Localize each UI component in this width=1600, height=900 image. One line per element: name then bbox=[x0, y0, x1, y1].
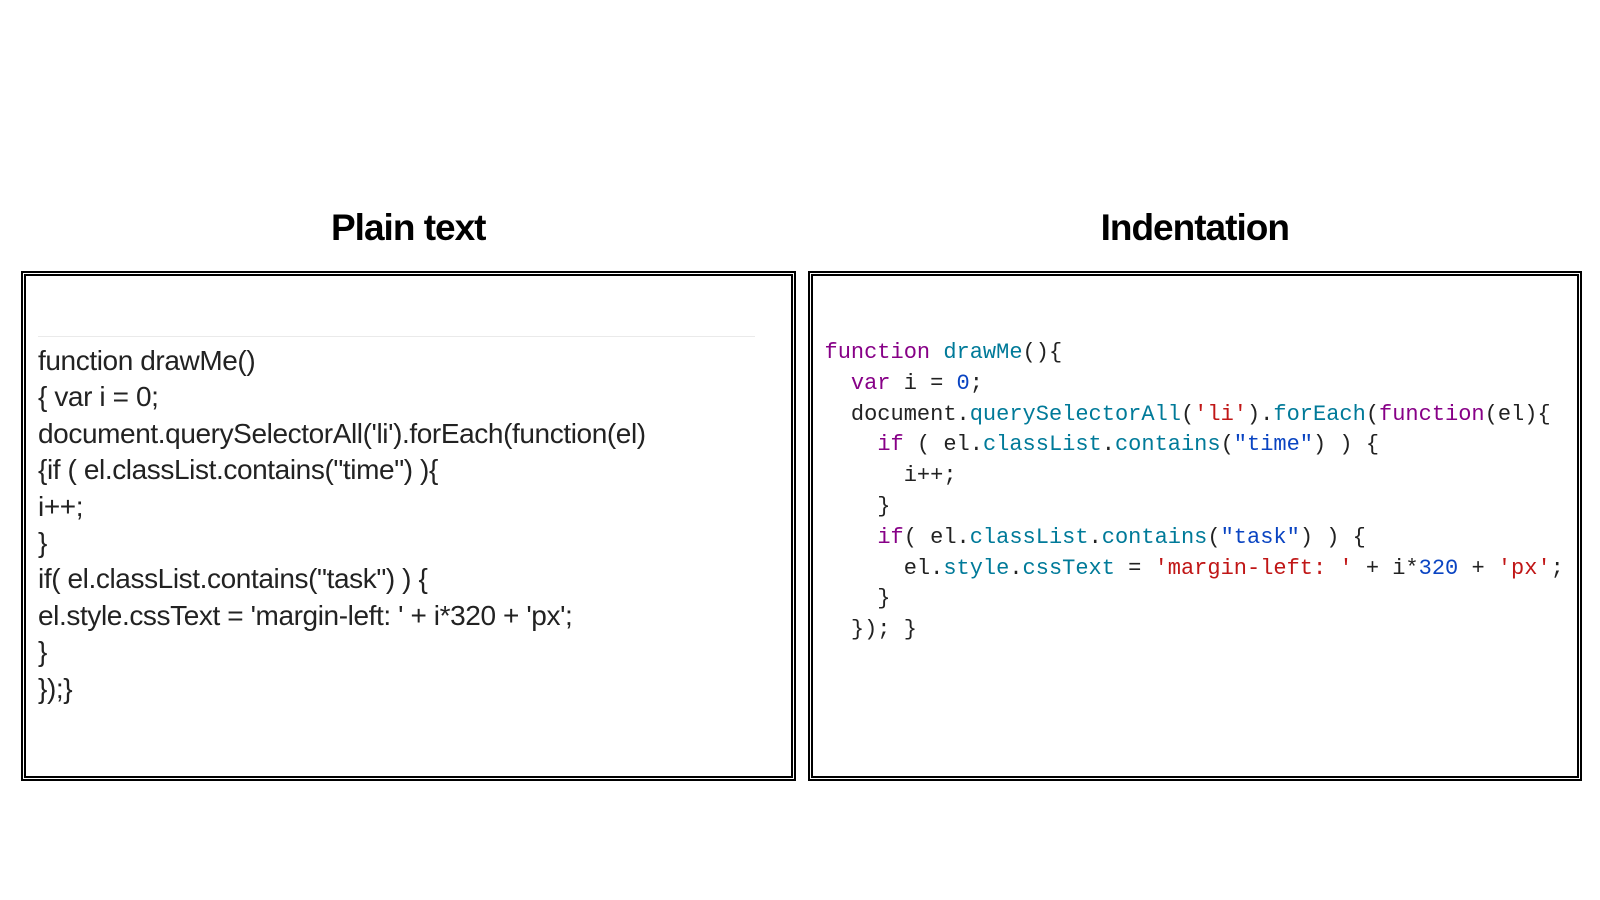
plain-text-content: function drawMe() { var i = 0; document.… bbox=[38, 336, 755, 707]
column-titles-row: Plain text Indentation bbox=[21, 207, 1582, 271]
code-token: 'li' bbox=[1194, 402, 1247, 427]
code-token: classList bbox=[970, 525, 1089, 550]
comparison-figure: Plain text Indentation function drawMe()… bbox=[21, 207, 1582, 781]
code-token: style bbox=[943, 556, 1009, 581]
code-token: if bbox=[877, 432, 903, 457]
code-token: forEach bbox=[1273, 402, 1365, 427]
code-token: 'margin-left: ' bbox=[1155, 556, 1353, 581]
code-token: contains bbox=[1115, 432, 1221, 457]
code-token: classList bbox=[983, 432, 1102, 457]
right-column-title: Indentation bbox=[808, 207, 1583, 271]
code-token: cssText bbox=[1023, 556, 1115, 581]
panes-row: function drawMe() { var i = 0; document.… bbox=[21, 271, 1582, 781]
indented-code-content: function drawMe(){ var i = 0; document.q… bbox=[825, 338, 1566, 646]
left-column-title: Plain text bbox=[21, 207, 796, 271]
code-token: 320 bbox=[1419, 556, 1459, 581]
code-token: function bbox=[825, 340, 931, 365]
plain-code-block: function drawMe() { var i = 0; document.… bbox=[38, 343, 755, 707]
code-token: function bbox=[1379, 402, 1485, 427]
indented-code-block: function drawMe(){ var i = 0; document.q… bbox=[825, 338, 1566, 646]
code-token: if bbox=[877, 525, 903, 550]
code-token: querySelectorAll bbox=[970, 402, 1181, 427]
code-token: "task" bbox=[1221, 525, 1300, 550]
code-token: 'px' bbox=[1498, 556, 1551, 581]
code-token: var bbox=[851, 371, 891, 396]
code-token: 0 bbox=[957, 371, 970, 396]
plain-text-pane: function drawMe() { var i = 0; document.… bbox=[21, 271, 796, 781]
indentation-pane: function drawMe(){ var i = 0; document.q… bbox=[808, 271, 1583, 781]
code-token: contains bbox=[1102, 525, 1208, 550]
code-token: "time" bbox=[1234, 432, 1313, 457]
code-token: drawMe bbox=[943, 340, 1022, 365]
